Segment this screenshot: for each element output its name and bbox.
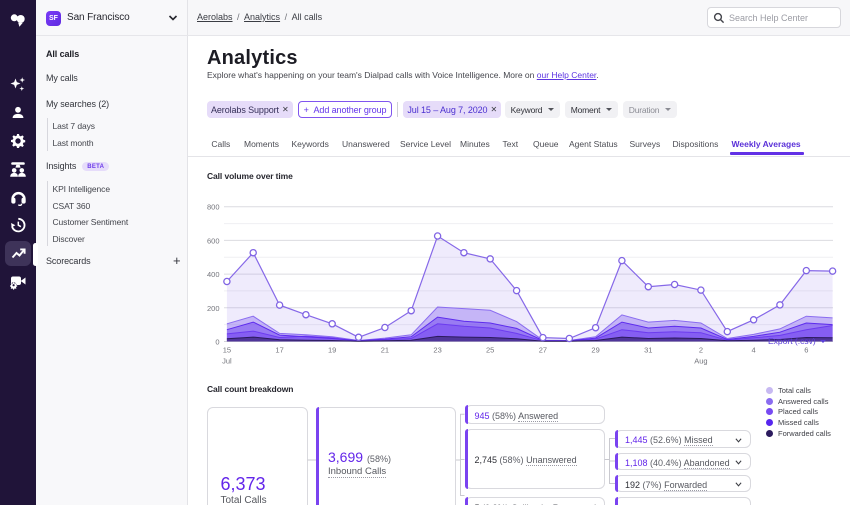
svg-text:2: 2 — [699, 346, 703, 355]
svg-text:200: 200 — [207, 304, 220, 313]
svg-text:19: 19 — [328, 346, 336, 355]
svg-text:400: 400 — [207, 270, 220, 279]
svg-text:6: 6 — [804, 346, 808, 355]
svg-text:21: 21 — [381, 346, 389, 355]
svg-text:15: 15 — [223, 346, 231, 355]
svg-text:23: 23 — [433, 346, 441, 355]
svg-text:27: 27 — [539, 346, 547, 355]
svg-text:Aug: Aug — [694, 357, 707, 366]
svg-text:0: 0 — [215, 338, 219, 347]
svg-text:17: 17 — [275, 346, 283, 355]
svg-text:800: 800 — [207, 203, 220, 212]
svg-text:600: 600 — [207, 236, 220, 245]
svg-text:Jul: Jul — [222, 357, 232, 366]
svg-text:4: 4 — [752, 346, 756, 355]
svg-text:31: 31 — [644, 346, 652, 355]
svg-text:25: 25 — [486, 346, 494, 355]
svg-text:29: 29 — [591, 346, 599, 355]
